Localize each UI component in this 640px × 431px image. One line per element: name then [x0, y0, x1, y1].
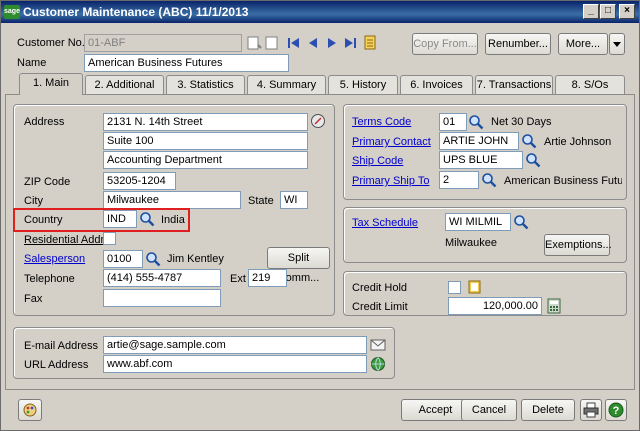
- customer-maintenance-window: sage Customer Maintenance (ABC) 11/1/201…: [0, 0, 640, 431]
- contact-lookup-icon[interactable]: [521, 133, 537, 149]
- city-label: City: [24, 195, 43, 207]
- url-field[interactable]: www.abf.com: [103, 355, 367, 373]
- accept-button[interactable]: Accept: [401, 399, 470, 421]
- terms-code-link[interactable]: Terms Code: [352, 116, 411, 128]
- tab-main[interactable]: 1. Main: [19, 73, 83, 95]
- ext-label: Ext: [230, 273, 246, 285]
- calculator-icon[interactable]: [546, 298, 562, 314]
- tab-history[interactable]: 5. History: [328, 75, 398, 94]
- primary-contact-link[interactable]: Primary Contact: [352, 136, 431, 148]
- name-label: Name: [17, 57, 47, 69]
- more-dropdown-button[interactable]: [609, 33, 625, 55]
- address-line-3-field[interactable]: Accounting Department: [103, 151, 308, 169]
- tab-transactions[interactable]: 7. Transactions: [475, 75, 553, 94]
- tax-schedule-link[interactable]: Tax Schedule: [352, 217, 418, 229]
- residential-address-checkbox[interactable]: [103, 232, 116, 245]
- primary-ship-to-link[interactable]: Primary Ship To: [352, 175, 429, 187]
- zip-code-field[interactable]: 53205-1204: [103, 172, 176, 190]
- salesperson-field[interactable]: 0100: [103, 250, 143, 268]
- customize-button[interactable]: [18, 399, 42, 421]
- address-label: Address: [24, 116, 65, 128]
- palette-icon: [23, 403, 37, 417]
- salesperson-lookup-icon[interactable]: [145, 251, 161, 267]
- terms-lookup-icon[interactable]: [468, 114, 484, 130]
- minimize-button[interactable]: _: [583, 4, 599, 19]
- close-button[interactable]: ×: [619, 4, 635, 19]
- terms-description: Net 30 Days: [491, 116, 552, 128]
- customer-name-field[interactable]: American Business Futures: [84, 54, 289, 72]
- cancel-button[interactable]: Cancel: [461, 399, 517, 421]
- state-label: State: [248, 195, 274, 207]
- credit-limit-label: Credit Limit: [352, 301, 408, 313]
- window-title: Customer Maintenance (ABC) 11/1/2013: [23, 5, 249, 19]
- email-field[interactable]: artie@sage.sample.com: [103, 336, 367, 354]
- delete-button[interactable]: Delete: [521, 399, 575, 421]
- tax-schedule-field[interactable]: WI MILMIL: [445, 213, 511, 231]
- ship-to-lookup-icon[interactable]: [481, 172, 497, 188]
- map-compass-icon[interactable]: [310, 113, 326, 129]
- printer-icon: [583, 402, 599, 418]
- more-button[interactable]: More...: [558, 33, 608, 55]
- salesperson-link[interactable]: Salesperson: [24, 253, 85, 265]
- tab-additional[interactable]: 2. Additional: [85, 75, 164, 94]
- address-line-1-field[interactable]: 2131 N. 14th Street: [103, 113, 308, 131]
- tax-lookup-icon[interactable]: [513, 214, 529, 230]
- first-record-icon[interactable]: [286, 35, 302, 51]
- sage-logo-icon: sage: [4, 5, 20, 19]
- credit-hold-checkbox[interactable]: [448, 281, 461, 294]
- primary-contact-field[interactable]: ARTIE JOHN: [439, 132, 519, 150]
- tab-statistics[interactable]: 3. Statistics: [166, 75, 245, 94]
- svg-text:?: ?: [613, 405, 620, 417]
- extension-field[interactable]: 219: [248, 269, 287, 287]
- exemptions-button[interactable]: Exemptions...: [544, 234, 612, 256]
- residential-address-label: Residential Addr: [24, 234, 105, 246]
- primary-ship-to-name: American Business Futur: [504, 175, 622, 187]
- state-field[interactable]: WI: [280, 191, 308, 209]
- tab-sos[interactable]: 8. S/Os: [555, 75, 625, 94]
- fax-field[interactable]: [103, 289, 221, 307]
- customer-no-label: Customer No.: [17, 37, 85, 49]
- help-icon: ?: [608, 402, 624, 418]
- ship-code-field[interactable]: UPS BLUE: [439, 151, 523, 169]
- copy-from-button[interactable]: Copy From...: [412, 33, 478, 55]
- telephone-label: Telephone: [24, 273, 75, 285]
- maximize-button[interactable]: □: [600, 4, 616, 19]
- salesperson-name: Jim Kentley: [167, 253, 224, 265]
- new-record-icon[interactable]: [264, 35, 280, 51]
- chevron-down-icon: [613, 42, 621, 47]
- tax-schedule-description: Milwaukee: [445, 237, 497, 249]
- split-commission-button[interactable]: Split Comm...: [267, 247, 330, 284]
- renumber-button[interactable]: Renumber...: [485, 33, 551, 55]
- address-line-2-field[interactable]: Suite 100: [103, 132, 308, 150]
- city-field[interactable]: Milwaukee: [103, 191, 241, 209]
- terms-code-field[interactable]: 01: [439, 113, 467, 131]
- credit-limit-field[interactable]: 120,000.00: [448, 297, 542, 315]
- globe-icon[interactable]: [370, 356, 386, 372]
- ship-code-lookup-icon[interactable]: [525, 152, 541, 168]
- email-label: E-mail Address: [24, 340, 98, 352]
- tab-summary[interactable]: 4. Summary: [247, 75, 326, 94]
- print-button[interactable]: [580, 399, 602, 421]
- primary-contact-name: Artie Johnson: [544, 136, 612, 148]
- credit-hold-notes-icon[interactable]: [467, 279, 483, 295]
- help-button[interactable]: ?: [605, 399, 627, 421]
- ship-code-link[interactable]: Ship Code: [352, 155, 403, 167]
- email-envelope-icon[interactable]: [370, 337, 386, 353]
- lookup-icon[interactable]: [246, 35, 262, 51]
- country-highlight-box: [13, 208, 190, 232]
- url-label: URL Address: [24, 359, 89, 371]
- fax-label: Fax: [24, 293, 43, 305]
- last-record-icon[interactable]: [342, 35, 358, 51]
- title-bar: sage Customer Maintenance (ABC) 11/1/201…: [1, 1, 639, 23]
- previous-record-icon[interactable]: [305, 35, 321, 51]
- tab-invoices[interactable]: 6. Invoices: [400, 75, 473, 94]
- zip-code-label: ZIP Code: [24, 176, 71, 188]
- customer-no-field[interactable]: 01-ABF: [84, 34, 242, 52]
- primary-ship-to-field[interactable]: 2: [439, 171, 479, 189]
- credit-hold-label: Credit Hold: [352, 282, 408, 294]
- memo-icon[interactable]: [362, 34, 378, 50]
- telephone-field[interactable]: (414) 555-4787: [103, 269, 221, 287]
- next-record-icon[interactable]: [324, 35, 340, 51]
- tab-strip: 1. Main 2. Additional 3. Statistics 4. S…: [19, 73, 625, 95]
